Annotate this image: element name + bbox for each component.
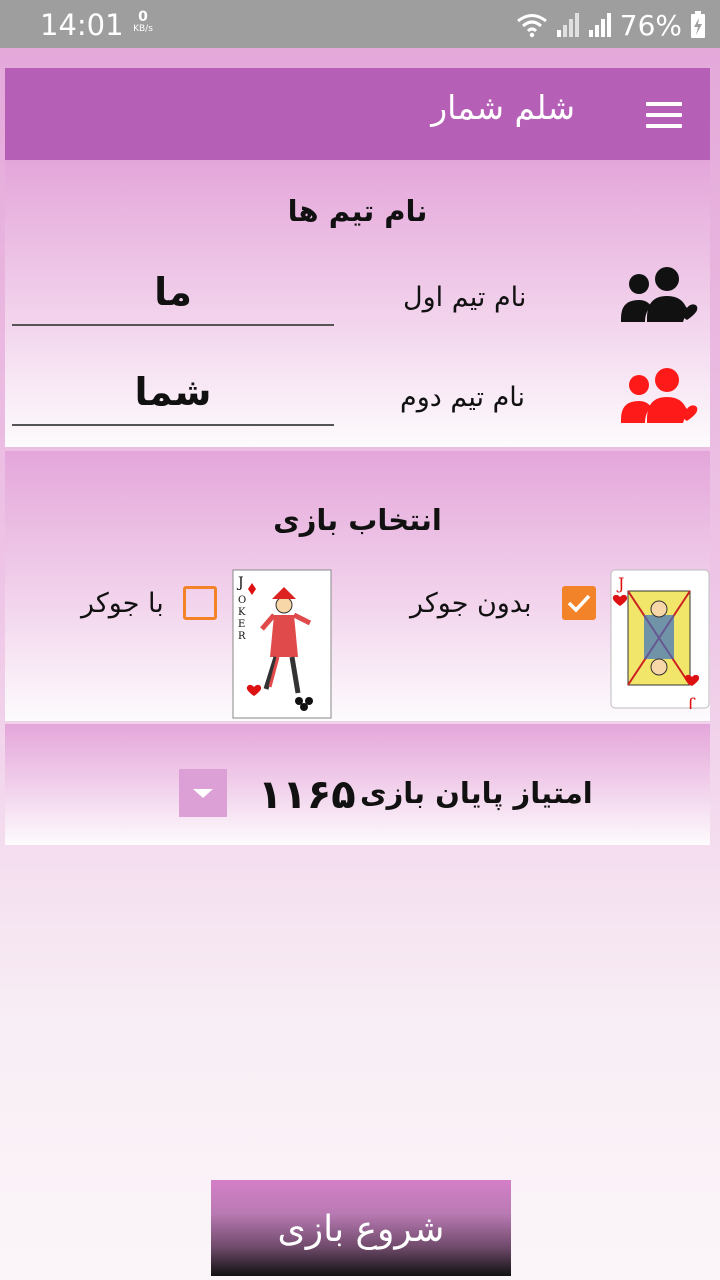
with-joker-checkbox[interactable] [183, 586, 217, 620]
svg-text:O: O [238, 595, 246, 606]
end-score-value[interactable]: ۱۱۶۵ [258, 772, 356, 818]
app-toolbar: شلم شمار [5, 68, 710, 160]
start-game-button[interactable]: شروع بازی [211, 1180, 511, 1276]
team2-label: نام تیم دوم [400, 382, 526, 413]
svg-text:R: R [238, 631, 246, 642]
game-select-title: انتخاب بازی [273, 503, 442, 537]
signal-icon [588, 13, 611, 37]
team-names-title: نام تیم ها [287, 194, 428, 228]
svg-text:J: J [236, 575, 244, 591]
battery-percent: 76% [619, 8, 682, 42]
end-score-panel: امتیاز پایان بازی ۱۱۶۵ [5, 724, 710, 845]
svg-text:J: J [688, 697, 696, 709]
end-score-label: امتیاز پایان بازی [360, 776, 593, 810]
team1-label: نام تیم اول [403, 282, 527, 313]
svg-text:K: K [238, 607, 246, 618]
game-select-panel: انتخاب بازی J J بدون جوکر J O K E R با ج… [5, 451, 710, 721]
chevron-down-icon [193, 789, 213, 798]
team-heart-icon [621, 267, 698, 322]
no-joker-label: بدون جوکر [410, 588, 532, 619]
team-names-panel: نام تیم ها نام تیم اول نام تیم دوم [5, 160, 710, 447]
team1-name-input[interactable] [12, 260, 334, 326]
check-icon [567, 594, 591, 613]
svg-text:E: E [238, 619, 245, 630]
joker-card: J O K E R [232, 569, 332, 719]
network-speed: 0 KB/s [128, 10, 158, 34]
app-title: شلم شمار [431, 88, 575, 127]
team-heart-icon [621, 368, 698, 423]
menu-icon[interactable] [646, 102, 682, 128]
network-speed-unit: KB/s [133, 24, 153, 34]
wifi-icon [516, 14, 547, 38]
status-time: 14:01 [40, 8, 124, 42]
network-speed-value: 0 [138, 9, 148, 25]
no-joker-checkbox[interactable] [562, 586, 596, 620]
status-bar: 14:01 0 KB/s 76% [0, 0, 720, 48]
battery-charging-icon [691, 11, 705, 38]
with-joker-label: با جوکر [81, 588, 164, 619]
status-icons: 76% [516, 8, 706, 42]
signal-icon [556, 13, 579, 37]
team2-name-input[interactable] [12, 360, 334, 426]
svg-text:J: J [616, 574, 624, 593]
jack-of-hearts-card: J J [610, 569, 710, 709]
score-dropdown-button[interactable] [179, 769, 227, 817]
